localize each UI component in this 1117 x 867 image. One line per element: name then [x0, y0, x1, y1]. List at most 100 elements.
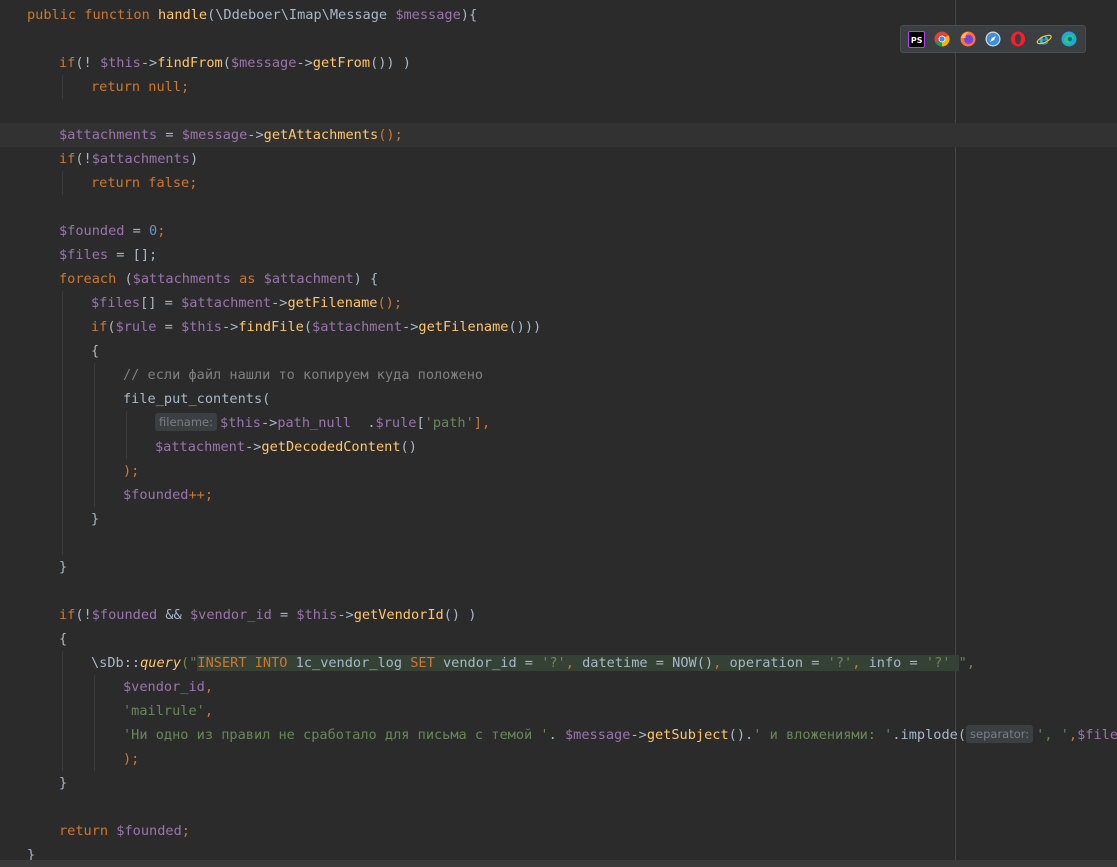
code-token: $founded — [116, 823, 182, 839]
code-text: foreach ($attachments as $attachment) { — [59, 267, 378, 291]
code-token: $attachments — [132, 271, 231, 287]
code-line[interactable]: foreach ($attachments as $attachment) { — [0, 267, 1117, 291]
code-line[interactable]: if($rule = $this->findFile($attachment->… — [0, 315, 1117, 339]
horizontal-scrollbar[interactable] — [0, 860, 1117, 867]
indent-guide — [62, 435, 63, 459]
ie-icon[interactable]: e — [1035, 31, 1052, 48]
code-text: } — [59, 555, 67, 579]
code-line[interactable]: 'Ни одно из правил не сработало для пись… — [0, 723, 1117, 747]
code-text: } — [91, 507, 99, 531]
code-token: = — [271, 607, 297, 623]
indent-guide — [62, 411, 63, 435]
firefox-icon[interactable] — [959, 31, 976, 48]
code-token: $attachments — [59, 127, 158, 143]
code-line[interactable]: if(! $this->findFrom($message->getFrom()… — [0, 51, 1117, 75]
code-line[interactable]: $founded = 0; — [0, 219, 1117, 243]
code-line[interactable]: return $founded; — [0, 819, 1117, 843]
phpstorm-icon[interactable]: PS — [908, 30, 926, 48]
code-text: return $founded; — [59, 819, 190, 843]
code-token: $message — [395, 7, 461, 23]
code-line[interactable] — [0, 99, 1117, 123]
code-token: && — [157, 607, 190, 623]
code-text: public function handle(\Ddeboer\Imap\Mes… — [27, 3, 477, 27]
indent-guide — [94, 459, 95, 483]
code-line[interactable]: \sDb::query("INSERT INTO 1c_vendor_log S… — [0, 651, 1117, 675]
code-token: , — [204, 703, 214, 719]
code-token: ' и вложениями: ' — [753, 727, 893, 743]
code-line[interactable] — [0, 795, 1117, 819]
code-token: $vendor_id — [123, 679, 205, 695]
code-line[interactable]: $founded++; — [0, 483, 1117, 507]
code-line[interactable]: filename: $this->path_null .$rule['path']… — [0, 411, 1117, 435]
chrome-icon[interactable] — [934, 31, 951, 48]
indent-guide — [62, 723, 63, 747]
code-token: $this — [220, 415, 261, 431]
code-line[interactable]: return false; — [0, 171, 1117, 195]
parameter-hint: filename: — [155, 413, 218, 431]
code-token: getFrom — [312, 55, 371, 71]
code-token: ())) — [508, 319, 542, 335]
code-line[interactable]: file_put_contents( — [0, 387, 1117, 411]
code-token: , — [565, 655, 583, 671]
code-line[interactable]: $attachment->getDecodedContent() — [0, 435, 1117, 459]
indent-guide — [94, 747, 95, 771]
code-text: $files = []; — [59, 243, 157, 267]
code-line[interactable]: { — [0, 627, 1117, 651]
code-token: datetime = NOW() — [582, 655, 714, 671]
code-text: return null; — [91, 75, 189, 99]
code-token: if — [91, 319, 108, 335]
code-line[interactable]: ); — [0, 459, 1117, 483]
code-line[interactable]: { — [0, 339, 1117, 363]
code-line[interactable]: public function handle(\Ddeboer\Imap\Mes… — [0, 3, 1117, 27]
code-token: = []; — [108, 247, 158, 263]
code-line[interactable]: } — [0, 555, 1117, 579]
indent-guide — [126, 435, 127, 459]
code-line[interactable] — [0, 531, 1117, 555]
code-line[interactable]: 'mailrule', — [0, 699, 1117, 723]
code-line[interactable]: $attachments = $message->getAttachments(… — [0, 123, 1117, 147]
edge-icon[interactable] — [1061, 31, 1078, 48]
indent-guide — [62, 459, 63, 483]
code-text: $founded = 0; — [59, 219, 165, 243]
code-line[interactable]: ); — [0, 747, 1117, 771]
code-token: -> — [221, 319, 239, 335]
code-token: '?' — [925, 655, 959, 671]
code-text: 'mailrule', — [123, 699, 213, 723]
code-token: ++; — [188, 487, 214, 503]
code-token: $files — [91, 295, 141, 311]
code-token: 'Ни одно из правил не сработало для пись… — [123, 727, 549, 743]
code-token: (); — [377, 295, 403, 311]
code-text: { — [91, 339, 99, 363]
code-line[interactable]: $vendor_id, — [0, 675, 1117, 699]
code-line[interactable]: } — [0, 771, 1117, 795]
code-text: \sDb::query("INSERT INTO 1c_vendor_log S… — [91, 651, 975, 675]
code-token: ; — [181, 823, 190, 839]
safari-icon[interactable] — [984, 31, 1001, 48]
code-token: (); — [378, 127, 403, 143]
code-text: filename: $this->path_null .$rule['path']… — [155, 411, 490, 435]
code-line[interactable] — [0, 579, 1117, 603]
code-token: -> — [402, 319, 419, 335]
indent-guide — [94, 387, 95, 411]
opera-icon[interactable] — [1010, 31, 1027, 48]
code-token: $message — [230, 55, 297, 71]
code-line[interactable]: return null; — [0, 75, 1117, 99]
code-token: return — [59, 823, 117, 839]
code-line[interactable] — [0, 195, 1117, 219]
code-token: 1c_vendor_log — [295, 655, 411, 671]
code-token: $attachment — [155, 439, 246, 455]
code-text: $founded++; — [123, 483, 213, 507]
code-line[interactable]: $files = []; — [0, 243, 1117, 267]
code-editor[interactable]: public function handle(\Ddeboer\Imap\Mes… — [0, 0, 1117, 867]
code-line[interactable]: } — [0, 507, 1117, 531]
code-token: // если файл нашли то копируем куда поло… — [123, 367, 484, 383]
code-token: ); — [123, 463, 140, 479]
code-line[interactable]: $files[] = $attachment->getFilename(); — [0, 291, 1117, 315]
code-token: $files — [59, 247, 109, 263]
code-text: ); — [123, 747, 139, 771]
code-line[interactable]: if(!$attachments) — [0, 147, 1117, 171]
code-token: findFile — [238, 319, 304, 335]
code-line[interactable]: // если файл нашли то копируем куда поло… — [0, 363, 1117, 387]
code-text: if($rule = $this->findFile($attachment->… — [91, 315, 541, 339]
code-line[interactable]: if(!$founded && $vendor_id = $this->getV… — [0, 603, 1117, 627]
